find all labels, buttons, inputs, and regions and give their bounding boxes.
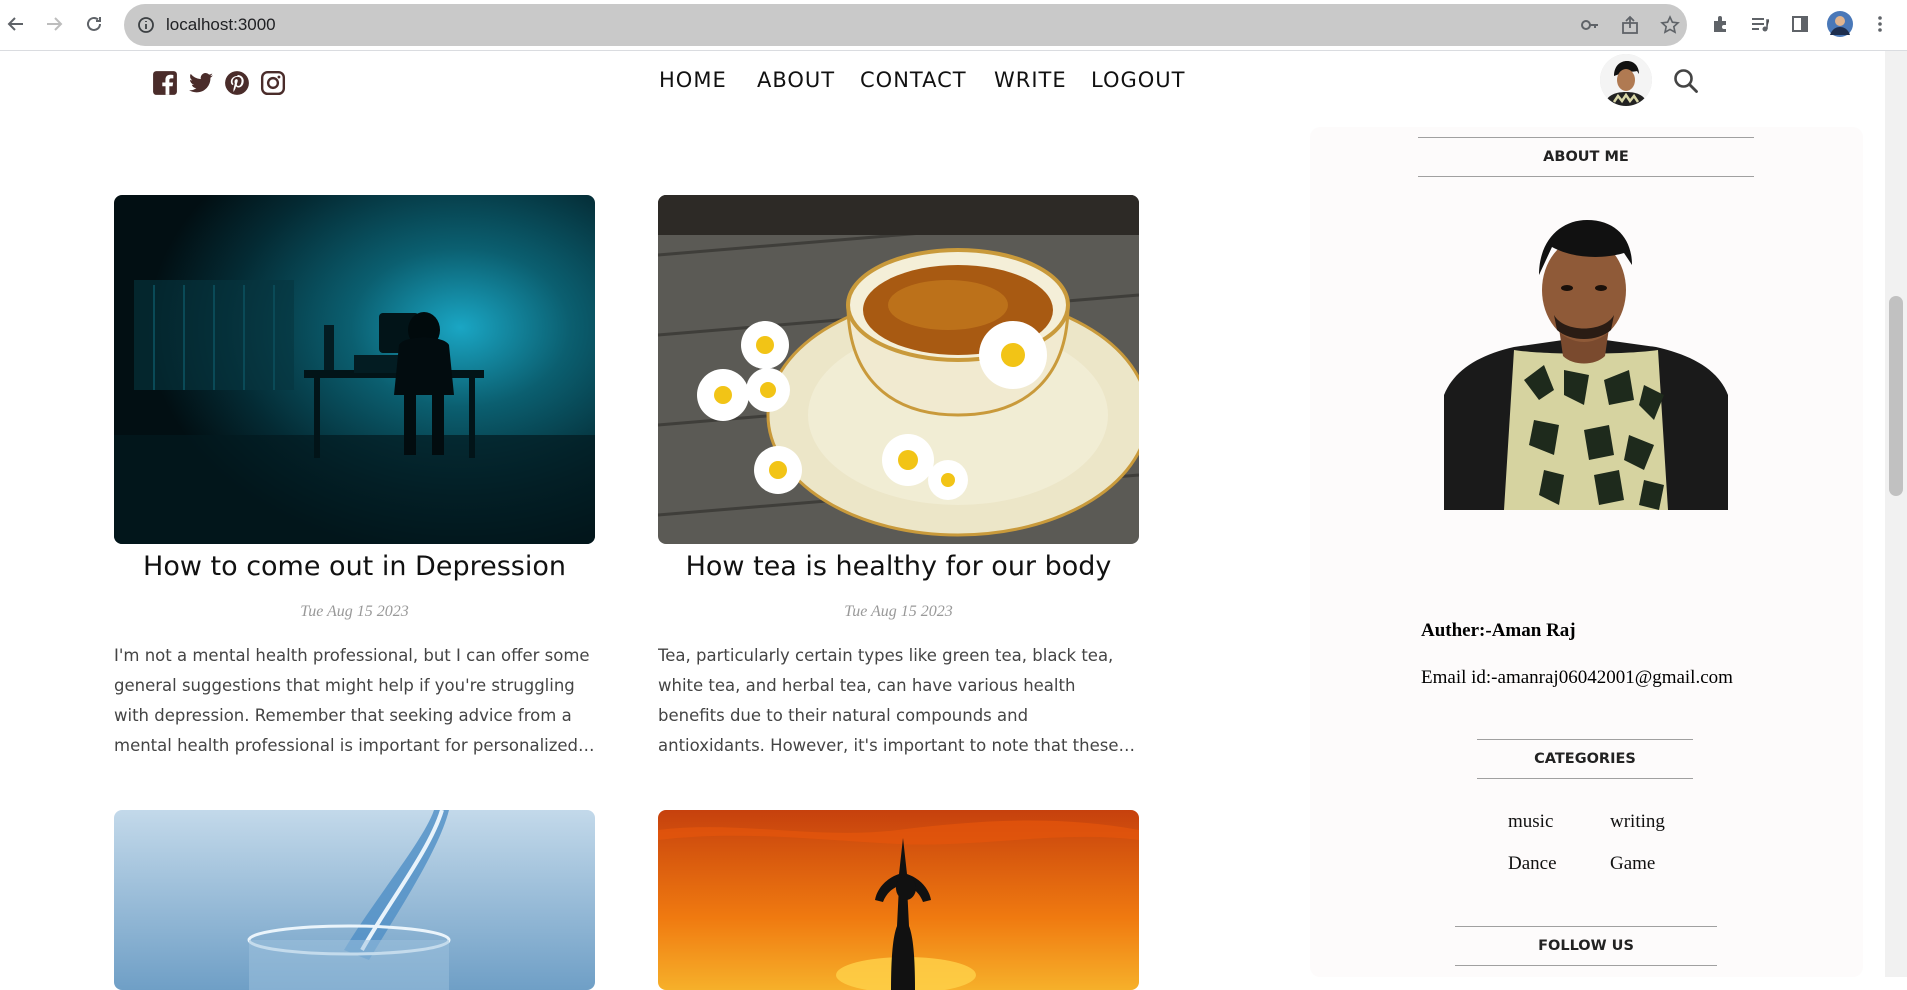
post-description: Tea, particularly certain types like gre… [658,646,1119,755]
post-date: Tue Aug 15 2023 [844,603,953,620]
sidebar-about-title: ABOUT ME [1418,137,1754,177]
post-description: I'm not a mental health professional, bu… [114,646,590,755]
share-icon[interactable] [1620,15,1640,35]
search-icon[interactable] [1672,67,1700,95]
post-image-depression[interactable] [114,195,595,544]
post-title[interactable]: How to come out in Depression [114,551,595,582]
post-card[interactable]: How to come out in Depression Tue Aug 15… [114,195,595,765]
sidebar-icon[interactable] [1786,10,1814,38]
page-scrollbar[interactable] [1885,51,1907,977]
sidebar-follow-title: FOLLOW US [1455,926,1717,966]
twitter-icon[interactable] [188,70,214,96]
back-icon[interactable] [2,10,30,38]
extensions-icon[interactable] [1706,10,1734,38]
post-date: Tue Aug 15 2023 [300,603,409,620]
author-photo [1444,220,1728,510]
category-link[interactable]: Game [1610,853,1655,875]
menu-icon[interactable] [1866,10,1894,38]
post-card[interactable] [114,810,595,990]
post-image-water[interactable] [114,810,595,990]
profile-avatar[interactable] [1826,10,1854,38]
bookmark-star-icon[interactable] [1660,15,1680,35]
url-text[interactable]: localhost:3000 [166,15,276,35]
category-link[interactable]: music [1508,811,1553,833]
reload-icon[interactable] [80,10,108,38]
post-card[interactable] [658,810,1139,990]
instagram-icon[interactable] [260,70,286,96]
nav-write[interactable]: WRITE [994,68,1067,92]
sidebar: ABOUT ME Auther:-Aman Raj Email id:-aman… [1310,127,1863,977]
user-avatar[interactable] [1600,54,1652,106]
nav-logout[interactable]: LOGOUT [1091,68,1185,92]
author-name: Auther:-Aman Raj [1421,620,1576,641]
post-card[interactable]: How tea is healthy for our body Tue Aug … [658,195,1139,765]
media-queue-icon[interactable] [1746,10,1774,38]
site-info-icon[interactable] [136,15,156,35]
forward-icon[interactable] [40,10,68,38]
author-email: Email id:-amanraj06042001@gmail.com [1421,667,1733,688]
facebook-icon[interactable] [152,70,178,96]
browser-toolbar: localhost:3000 [0,0,1907,51]
category-link[interactable]: writing [1610,811,1665,833]
category-link[interactable]: Dance [1508,853,1557,875]
nav-home[interactable]: HOME [659,68,727,92]
pinterest-icon[interactable] [224,70,250,96]
key-icon[interactable] [1580,15,1600,35]
sidebar-categories-title: CATEGORIES [1477,739,1693,779]
nav-contact[interactable]: CONTACT [860,68,967,92]
post-image-yoga[interactable] [658,810,1139,990]
post-title[interactable]: How tea is healthy for our body [658,551,1139,582]
post-image-tea[interactable] [658,195,1139,544]
scrollbar-thumb[interactable] [1889,296,1903,496]
address-bar[interactable]: localhost:3000 [124,4,1687,46]
nav-about[interactable]: ABOUT [757,68,835,92]
